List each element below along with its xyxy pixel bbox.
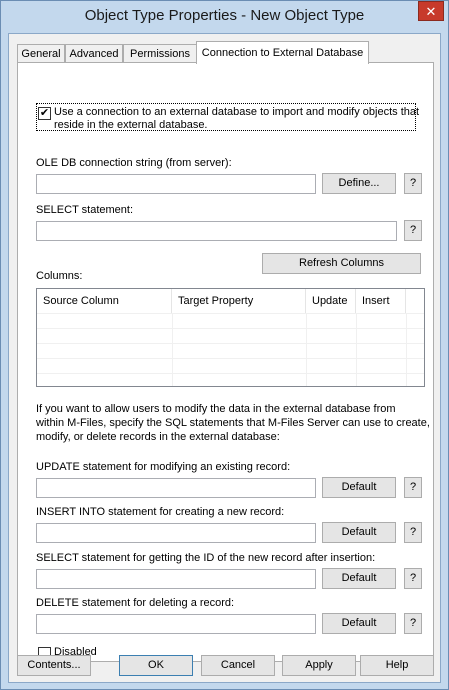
help-question-icon: ?: [409, 617, 417, 629]
insert-help-button[interactable]: ?: [404, 522, 422, 543]
cancel-button[interactable]: Cancel: [201, 655, 275, 676]
update-statement-input[interactable]: [36, 478, 316, 498]
contents-button[interactable]: Contents...: [17, 655, 91, 676]
delete-help-button[interactable]: ?: [404, 613, 422, 634]
apply-label: Apply: [305, 659, 333, 671]
refresh-columns-button[interactable]: Refresh Columns: [262, 253, 421, 274]
update-default-button[interactable]: Default: [322, 477, 396, 498]
grid-empty-row: [37, 343, 424, 358]
grid-empty-row: [37, 358, 424, 373]
column-header-insert[interactable]: Insert: [356, 289, 406, 313]
grid-empty-row: [37, 328, 424, 343]
ok-label: OK: [148, 659, 164, 671]
columns-grid[interactable]: Source Column Target Property Update Ins…: [36, 288, 425, 387]
select-id-help-button[interactable]: ?: [404, 568, 422, 589]
default-label: Default: [341, 526, 377, 538]
window-title: Object Type Properties - New Object Type: [84, 7, 365, 24]
info-text-line3: modify, or delete records in the externa…: [36, 431, 280, 443]
help-question-icon: ?: [409, 526, 417, 538]
default-label: Default: [341, 572, 377, 584]
delete-statement-input[interactable]: [36, 614, 316, 634]
delete-default-button[interactable]: Default: [322, 613, 396, 634]
cancel-label: Cancel: [220, 659, 256, 671]
column-header-source-column[interactable]: Source Column: [37, 289, 172, 313]
apply-button[interactable]: Apply: [282, 655, 356, 676]
help-button[interactable]: Help: [360, 655, 434, 676]
dialog-client: General Advanced Permissions Connection …: [8, 33, 441, 683]
ok-button[interactable]: OK: [119, 655, 193, 676]
select-id-default-button[interactable]: Default: [322, 568, 396, 589]
dialog-window: Object Type Properties - New Object Type…: [0, 0, 449, 690]
select-statement-label: SELECT statement:: [36, 204, 134, 216]
help-question-icon: ?: [409, 224, 417, 236]
select-id-statement-input[interactable]: [36, 569, 316, 589]
ole-db-connection-input[interactable]: [36, 174, 316, 194]
select-statement-input[interactable]: [36, 221, 397, 241]
use-external-db-label-line1: Use a connection to an external database…: [54, 106, 420, 118]
close-button[interactable]: ✕: [418, 1, 444, 21]
select-id-statement-label: SELECT statement for getting the ID of t…: [36, 552, 376, 564]
ole-db-label: OLE DB connection string (from server):: [36, 157, 232, 169]
tab-label: Advanced: [69, 48, 119, 60]
update-statement-label: UPDATE statement for modifying an existi…: [36, 461, 291, 473]
tab-permissions[interactable]: Permissions: [123, 44, 197, 63]
refresh-columns-label: Refresh Columns: [299, 257, 384, 269]
default-label: Default: [341, 617, 377, 629]
tab-panel: ✔ Use a connection to an external databa…: [17, 62, 434, 662]
tab-label: Permissions: [130, 48, 190, 60]
help-question-icon: ?: [409, 481, 417, 493]
tab-advanced[interactable]: Advanced: [65, 44, 123, 63]
contents-label: Contents...: [27, 659, 81, 671]
column-header-update[interactable]: Update: [306, 289, 356, 313]
column-header-target-property[interactable]: Target Property: [172, 289, 306, 313]
grid-column-divider: [306, 313, 307, 386]
close-icon: ✕: [425, 4, 437, 19]
grid-empty-row: [37, 313, 424, 328]
columns-grid-header: Source Column Target Property Update Ins…: [37, 289, 424, 313]
info-text-line1: If you want to allow users to modify the…: [36, 403, 396, 415]
dialog-footer: Contents... OK Cancel Apply Help: [9, 652, 442, 684]
grid-empty-row: [37, 373, 424, 386]
insert-statement-label: INSERT INTO statement for creating a new…: [36, 506, 285, 518]
columns-label: Columns:: [36, 270, 83, 282]
default-label: Default: [341, 481, 377, 493]
checkmark-icon: ✔: [39, 107, 50, 119]
grid-column-divider: [172, 313, 173, 386]
insert-statement-input[interactable]: [36, 523, 316, 543]
help-question-icon: ?: [409, 572, 417, 584]
insert-default-button[interactable]: Default: [322, 522, 396, 543]
delete-statement-label: DELETE statement for deleting a record:: [36, 597, 235, 609]
define-button[interactable]: Define...: [322, 173, 396, 194]
select-help-button[interactable]: ?: [404, 220, 422, 241]
help-question-icon: ?: [409, 177, 417, 189]
define-label: Define...: [338, 177, 380, 189]
ole-db-help-button[interactable]: ?: [404, 173, 422, 194]
tab-label: Connection to External Database: [201, 47, 364, 59]
title-bar: Object Type Properties - New Object Type…: [1, 1, 448, 33]
grid-column-divider: [406, 313, 407, 386]
tab-general[interactable]: General: [17, 44, 65, 63]
grid-column-divider: [356, 313, 357, 386]
update-help-button[interactable]: ?: [404, 477, 422, 498]
info-text-line2: within M-Files, specify the SQL statemen…: [36, 417, 430, 429]
use-external-db-checkbox[interactable]: ✔: [38, 107, 51, 120]
tab-connection-external-database[interactable]: Connection to External Database: [196, 41, 369, 64]
use-external-db-label-line2: reside in the external database.: [54, 119, 208, 131]
help-label: Help: [385, 659, 409, 671]
tab-label: General: [21, 48, 61, 60]
